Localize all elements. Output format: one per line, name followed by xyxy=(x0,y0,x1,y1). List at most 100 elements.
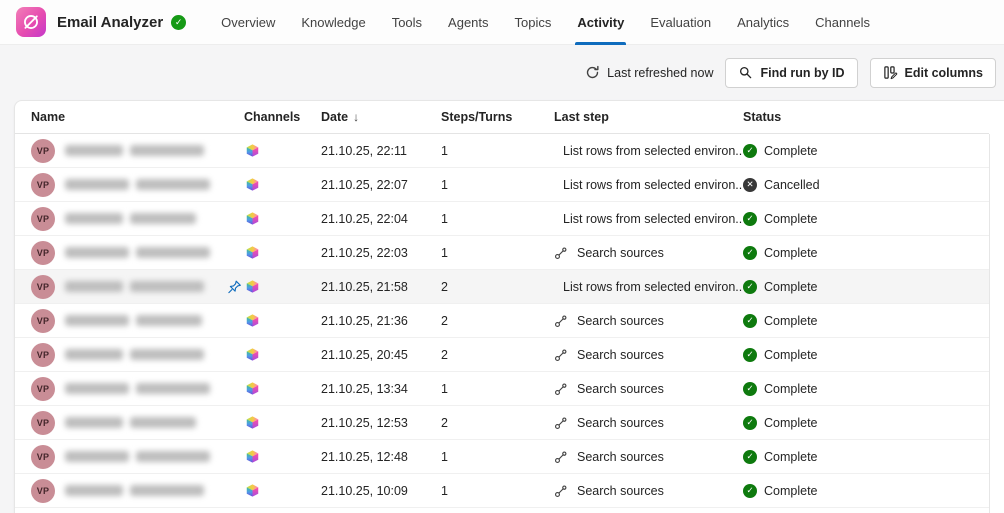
avatar: VP xyxy=(31,410,55,435)
avatar: VP xyxy=(31,342,55,367)
refresh-icon xyxy=(587,65,599,79)
last-step-cell: Search sources xyxy=(554,246,743,260)
run-date: 21.10.25, 21:36 xyxy=(321,313,408,328)
status-cell: ✓ Complete xyxy=(743,381,989,396)
column-header-status[interactable]: Status xyxy=(743,110,989,124)
last-step-cell: Search sources xyxy=(554,382,743,396)
column-header-last-step[interactable]: Last step xyxy=(554,110,743,124)
agent-title: Email Analyzer xyxy=(57,13,164,31)
vertical-scrollbar[interactable] xyxy=(989,134,1004,513)
status-label: Complete xyxy=(764,211,818,226)
last-step-label: List rows from selected environ... xyxy=(563,143,743,158)
status-label: Complete xyxy=(764,449,818,464)
avatar: VP xyxy=(31,376,55,401)
tab-analytics[interactable]: Analytics xyxy=(724,0,802,45)
last-step-cell: Search sources xyxy=(554,416,743,430)
refresh-button[interactable]: Last refreshed now xyxy=(585,65,713,80)
table-row[interactable]: VP xyxy=(15,134,989,168)
runs-table: Name Channels Date ↓ Steps/Turns Last st… xyxy=(14,100,1004,513)
avatar: VP xyxy=(31,206,55,231)
column-header-channels[interactable]: Channels xyxy=(244,110,321,124)
steps-turns-value: 2 xyxy=(441,415,448,430)
table-row[interactable]: VP xyxy=(15,168,989,202)
tab-activity[interactable]: Activity xyxy=(564,0,637,45)
status-icon: ✓ xyxy=(743,211,757,226)
status-label: Cancelled xyxy=(764,177,820,192)
run-date: 21.10.25, 22:07 xyxy=(321,177,408,192)
last-step-cell: List rows from selected environ... xyxy=(554,144,743,158)
last-step-cell: List rows from selected environ... xyxy=(554,178,743,192)
steps-turns-value: 1 xyxy=(441,381,448,396)
run-name-cell: VP xyxy=(31,308,244,333)
table-row[interactable]: VP xyxy=(15,440,989,474)
tab-agents[interactable]: Agents xyxy=(435,0,501,45)
table-row[interactable]: VP xyxy=(15,406,989,440)
steps-turns-value: 2 xyxy=(441,313,448,328)
avatar: VP xyxy=(31,274,55,299)
run-date: 21.10.25, 21:58 xyxy=(321,279,408,294)
status-icon: ✕ xyxy=(743,177,757,192)
redacted-name xyxy=(65,247,210,258)
status-label: Complete xyxy=(764,143,818,158)
tab-overview[interactable]: Overview xyxy=(208,0,288,45)
run-name-cell: VP xyxy=(31,206,244,231)
table-row[interactable]: VP xyxy=(15,304,989,338)
channel-cell xyxy=(244,482,321,499)
table-row[interactable]: VP xyxy=(15,338,989,372)
redacted-name xyxy=(65,179,210,190)
avatar: VP xyxy=(31,308,55,333)
status-icon: ✓ xyxy=(743,143,757,158)
table-row[interactable]: VP xyxy=(15,270,989,304)
edit-columns-button[interactable]: Edit columns xyxy=(869,57,996,88)
copilot-channel-icon xyxy=(246,314,259,327)
circle-slash-icon xyxy=(24,15,38,29)
status-cell: ✕ Cancelled xyxy=(743,177,989,192)
status-label: Complete xyxy=(764,347,818,362)
tab-topics[interactable]: Topics xyxy=(502,0,565,45)
run-name-cell: VP xyxy=(31,410,244,435)
redacted-name xyxy=(65,349,204,360)
status-icon: ✓ xyxy=(743,245,757,260)
tab-tools[interactable]: Tools xyxy=(379,0,435,45)
run-name-cell: VP xyxy=(31,342,244,367)
last-step-cell: Search sources xyxy=(554,314,743,328)
redacted-name xyxy=(65,145,204,156)
column-edit-icon xyxy=(883,66,897,80)
copilot-channel-icon xyxy=(246,348,259,361)
table-row[interactable]: VP xyxy=(15,236,989,270)
tab-channels[interactable]: Channels xyxy=(802,0,883,45)
table-row[interactable]: VP xyxy=(15,202,989,236)
last-step-label: List rows from selected environ... xyxy=(563,177,743,192)
table-row[interactable]: VP xyxy=(15,474,989,508)
steps-turns-value: 1 xyxy=(441,211,448,226)
status-label: Complete xyxy=(764,483,818,498)
last-step-label: Search sources xyxy=(577,449,664,464)
tab-evaluation[interactable]: Evaluation xyxy=(637,0,724,45)
activity-toolbar: Last refreshed now Find run by ID Edit c… xyxy=(0,45,1004,100)
status-icon: ✓ xyxy=(743,449,757,464)
steps-turns-value: 2 xyxy=(441,347,448,362)
tab-knowledge[interactable]: Knowledge xyxy=(288,0,378,45)
avatar: VP xyxy=(31,444,55,469)
steps-turns-value: 1 xyxy=(441,245,448,260)
refresh-label: Last refreshed now xyxy=(607,65,714,80)
status-label: Complete xyxy=(764,245,818,260)
avatar: VP xyxy=(31,478,55,503)
column-header-steps-turns[interactable]: Steps/Turns xyxy=(441,110,554,124)
pin-icon[interactable] xyxy=(227,279,242,294)
redacted-name xyxy=(65,315,202,326)
column-header-date[interactable]: Date ↓ xyxy=(321,110,441,124)
status-cell: ✓ Complete xyxy=(743,143,989,158)
run-name-cell: VP xyxy=(31,240,244,265)
steps-turns-value: 1 xyxy=(441,483,448,498)
run-date: 21.10.25, 22:04 xyxy=(321,211,408,226)
steps-turns-value: 2 xyxy=(441,279,448,294)
find-run-button[interactable]: Find run by ID xyxy=(725,57,858,88)
table-row[interactable]: VP xyxy=(15,372,989,406)
copilot-channel-icon xyxy=(246,246,259,259)
column-header-name[interactable]: Name xyxy=(31,110,244,124)
run-name-cell: VP xyxy=(31,172,244,197)
steps-turns-value: 1 xyxy=(441,143,448,158)
status-label: Complete xyxy=(764,415,818,430)
table-row-partial[interactable]: VP xyxy=(15,508,989,513)
